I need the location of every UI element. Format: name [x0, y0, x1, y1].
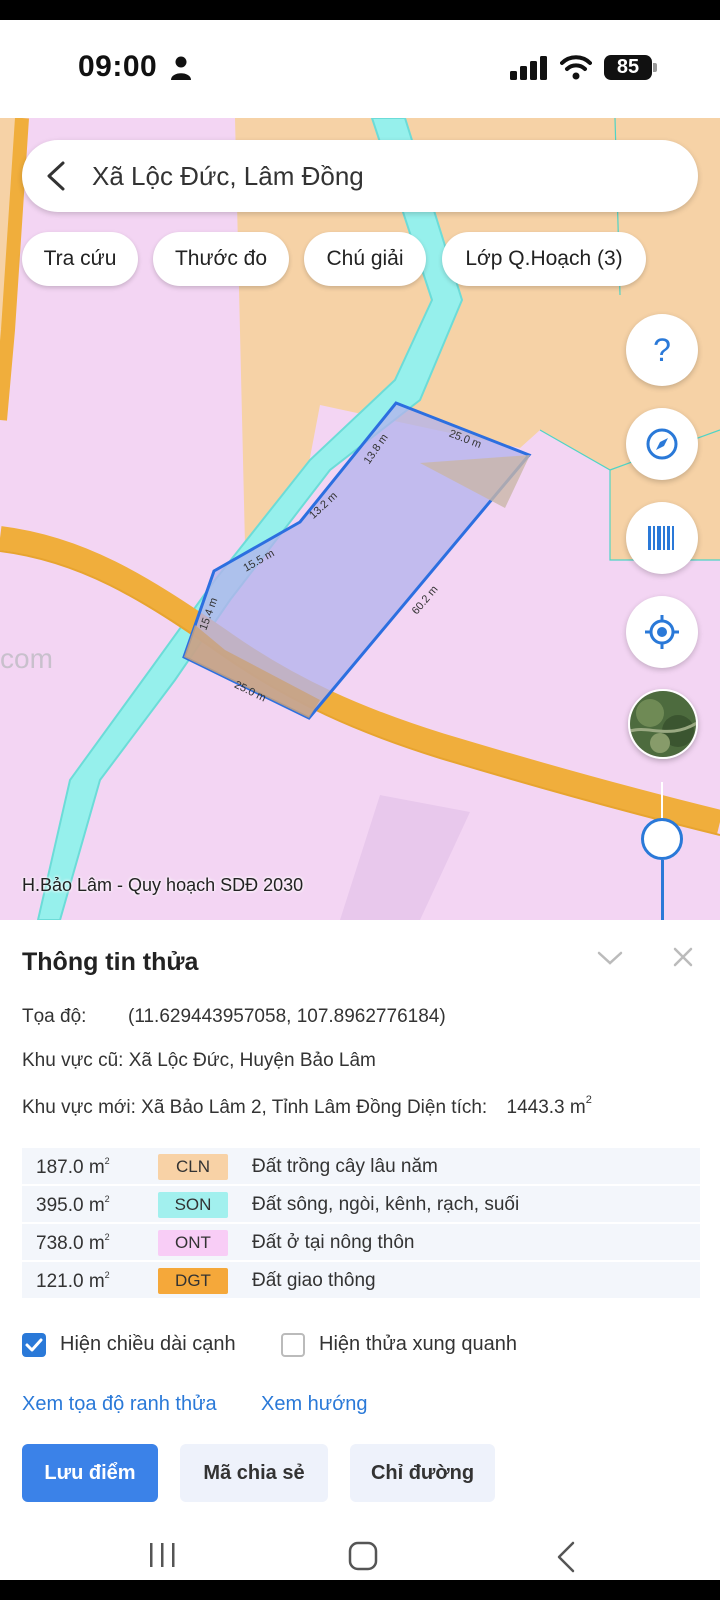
land-code-badge: ONT [158, 1230, 228, 1256]
screen-top-edge [0, 0, 720, 20]
chip-measure[interactable]: Thước đo [153, 232, 289, 286]
battery-tip [653, 63, 657, 72]
barcode-icon [648, 526, 674, 550]
directions-button[interactable]: Chỉ đường [350, 1444, 495, 1502]
show-edge-length-label[interactable]: Hiện chiều dài cạnh [60, 1333, 236, 1356]
person-icon [171, 56, 191, 80]
battery-indicator: 85 [604, 55, 652, 80]
table-row: 738.0 m2 ONT Đất ở tại nông thôn [22, 1224, 700, 1262]
land-name: Đất ở tại nông thôn [252, 1232, 415, 1253]
satellite-layer-button[interactable] [628, 689, 698, 759]
my-location-button[interactable] [626, 596, 698, 668]
chip-lookup[interactable]: Tra cứu [22, 232, 138, 286]
land-use-table: 187.0 m2 CLN Đất trồng cây lâu năm 395.0… [22, 1148, 700, 1300]
help-icon: ? [653, 332, 671, 368]
show-nearby-checkbox[interactable] [281, 1333, 305, 1357]
help-button[interactable]: ? [626, 314, 698, 386]
coord-value: (11.629443957058, 107.8962776184) [128, 1006, 446, 1027]
checkmark-icon [25, 1338, 43, 1352]
land-name: Đất sông, ngòi, kênh, rạch, suối [252, 1194, 520, 1215]
share-code-button[interactable]: Mã chia sẻ [180, 1444, 328, 1502]
land-code-badge: CLN [158, 1154, 228, 1180]
view-parcel-coords-link[interactable]: Xem tọa độ ranh thửa [22, 1393, 217, 1416]
search-location-text[interactable]: Xã Lộc Đức, Lâm Đồng [92, 160, 364, 192]
table-row: 187.0 m2 CLN Đất trồng cây lâu năm [22, 1148, 700, 1186]
chevron-down-icon[interactable] [596, 948, 624, 968]
back-arrow-icon[interactable] [44, 160, 68, 192]
chip-planning-layers[interactable]: Lớp Q.Hoạch (3) [442, 232, 646, 286]
opacity-slider-knob[interactable] [641, 818, 683, 860]
map-layer-caption: H.Bảo Lâm - Quy hoạch SDĐ 2030 [22, 875, 304, 895]
recent-apps-icon[interactable] [148, 1541, 178, 1569]
home-icon[interactable] [348, 1541, 378, 1571]
land-name: Đất giao thông [252, 1270, 376, 1291]
land-area: 121.0 m2 [36, 1270, 110, 1292]
crosshair-icon [645, 615, 679, 649]
show-nearby-label[interactable]: Hiện thửa xung quanh [319, 1333, 517, 1356]
opacity-slider-track-top[interactable] [661, 782, 663, 822]
old-area-label: Khu vực cũ: Xã Lộc Đức, Huyện Bảo Lâm [22, 1050, 376, 1071]
view-direction-link[interactable]: Xem hướng [261, 1393, 368, 1416]
save-point-button[interactable]: Lưu điểm [22, 1444, 158, 1502]
barcode-button[interactable] [626, 502, 698, 574]
new-area-row: Khu vực mới: Xã Bảo Lâm 2, Tỉnh Lâm Đồng… [22, 1094, 592, 1119]
status-time: 09:00 [78, 50, 158, 83]
opacity-slider-track[interactable] [661, 860, 664, 920]
map-watermark-text: com [0, 643, 53, 674]
compass-icon [646, 428, 678, 460]
table-row: 395.0 m2 SON Đất sông, ngòi, kênh, rạch,… [22, 1186, 700, 1224]
land-name: Đất trồng cây lâu năm [252, 1156, 438, 1177]
land-area: 738.0 m2 [36, 1232, 110, 1254]
land-code-badge: DGT [158, 1268, 228, 1294]
chip-legend[interactable]: Chú giải [304, 232, 426, 286]
total-area-value: 1443.3 m2 [506, 1094, 592, 1118]
table-row: 121.0 m2 DGT Đất giao thông [22, 1262, 700, 1300]
screen-bottom-edge [0, 1580, 720, 1600]
app-screen: 09:00 85 25.0 m 60.2 m 25.0 m 15.4 m 15.… [0, 0, 720, 1600]
land-area: 187.0 m2 [36, 1156, 110, 1178]
new-area-label: Khu vực mới: Xã Bảo Lâm 2, Tỉnh Lâm Đồng… [22, 1097, 488, 1118]
land-area: 395.0 m2 [36, 1194, 110, 1216]
close-icon[interactable] [672, 946, 694, 968]
panel-title: Thông tin thửa [22, 948, 199, 976]
land-code-badge: SON [158, 1192, 228, 1218]
show-edge-length-checkbox[interactable] [22, 1333, 46, 1357]
wifi-icon [560, 55, 592, 80]
cellular-signal-icon [510, 56, 547, 80]
nav-back-icon[interactable] [556, 1541, 576, 1573]
compass-button[interactable] [626, 408, 698, 480]
coord-label: Tọa độ: [22, 1006, 87, 1027]
